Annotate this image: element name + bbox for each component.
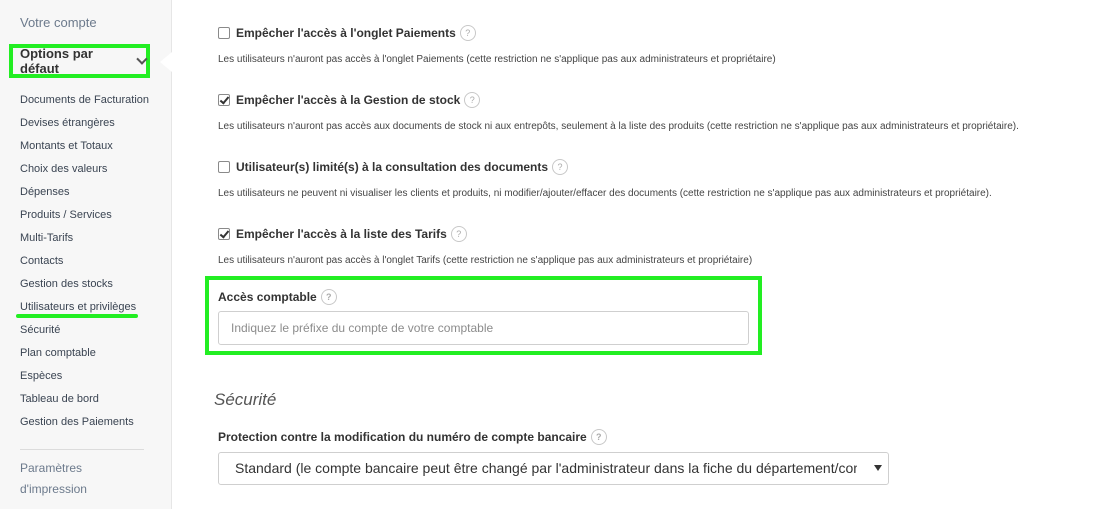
accounting-prefix-input[interactable] [218,311,749,345]
accounting-label: Accès comptable [218,290,317,304]
sidebar-item-gestion-paiements[interactable]: Gestion des Paiements [20,411,149,434]
sidebar-link-parametres-impression[interactable]: Paramètres d'impression [20,458,87,500]
sidebar-item-gestion-stocks[interactable]: Gestion des stocks [20,273,149,296]
sidebar-divider [20,449,144,450]
sidebar-item-securite[interactable]: Sécurité [20,319,149,342]
help-icon[interactable]: ? [450,226,467,242]
sidebar-item-montants[interactable]: Montants et Totaux [20,135,149,158]
sidebar-item-tableau-bord[interactable]: Tableau de bord [20,388,149,411]
option-block-stock: Empêcher l'accès à la Gestion de stock ?… [218,91,1019,132]
option-desc-paiements: Les utilisateurs n'auront pas accès à l'… [218,54,776,65]
checkbox-stock[interactable] [218,94,230,106]
sidebar-item-documents-facturation[interactable]: Documents de Facturation [20,89,149,112]
sidebar-current-label: Options par défaut [20,46,93,76]
option-label-paiements[interactable]: Empêcher l'accès à l'onglet Paiements [236,26,456,40]
option-label-stock[interactable]: Empêcher l'accès à la Gestion de stock [236,93,460,107]
settings-page: Votre compte Options par défaut Document… [0,0,1093,509]
option-desc-consultation: Les utilisateurs ne peuvent ni visualise… [218,188,992,199]
sidebar-menu: Documents de Facturation Devises étrangè… [20,89,149,434]
protection-selected-value: Standard (le compte bancaire peut être c… [235,460,857,476]
option-block-paiements: Empêcher l'accès à l'onglet Paiements ? … [218,24,776,65]
sidebar-print-line1: Paramètres [20,461,83,475]
chevron-down-icon [136,53,148,65]
help-icon[interactable]: ? [459,25,476,41]
option-block-tarifs: Empêcher l'accès à la liste des Tarifs ?… [218,225,752,266]
checkbox-tarifs[interactable] [218,228,230,240]
protection-label: Protection contre la modification du num… [218,430,587,444]
sidebar-print-line2: d'impression [20,482,87,496]
option-desc-tarifs: Les utilisateurs n'auront pas accès à l'… [218,255,753,266]
help-icon[interactable]: ? [590,429,607,445]
option-label-tarifs[interactable]: Empêcher l'accès à la liste des Tarifs [236,227,447,241]
help-icon[interactable]: ? [464,92,481,108]
active-item-underline [16,314,138,318]
checkbox-consultation[interactable] [218,161,230,173]
sidebar-item-depenses[interactable]: Dépenses [20,181,149,204]
sidebar-item-contacts[interactable]: Contacts [20,250,149,273]
protection-label-row: Protection contre la modification du num… [218,428,607,446]
caret-down-icon [874,465,882,471]
sidebar-current-section[interactable]: Options par défaut [9,44,150,78]
sidebar-item-devises[interactable]: Devises étrangères [20,112,149,135]
checkbox-paiements[interactable] [218,27,230,39]
sidebar-item-plan-comptable[interactable]: Plan comptable [20,342,149,365]
sidebar-item-choix-valeurs[interactable]: Choix des valeurs [20,158,149,181]
protection-select[interactable]: Standard (le compte bancaire peut être c… [218,452,889,485]
sidebar-link-votre-compte[interactable]: Votre compte [20,15,97,30]
sidebar-pointer [160,52,172,72]
section-title-securite: Sécurité [214,390,277,409]
sidebar: Votre compte Options par défaut Document… [0,0,172,509]
option-label-consultation[interactable]: Utilisateur(s) limité(s) à la consultati… [236,160,548,174]
option-desc-stock: Les utilisateurs n'auront pas accès aux … [218,121,1019,132]
sidebar-item-produits[interactable]: Produits / Services [20,204,149,227]
sidebar-item-especes[interactable]: Espèces [20,365,149,388]
accounting-label-row: Accès comptable ? [218,288,337,306]
help-icon[interactable]: ? [552,159,569,175]
sidebar-item-multi-tarifs[interactable]: Multi-Tarifs [20,227,149,250]
help-icon[interactable]: ? [320,289,337,305]
option-block-consultation: Utilisateur(s) limité(s) à la consultati… [218,158,992,199]
main-content: Empêcher l'accès à l'onglet Paiements ? … [173,0,1093,509]
